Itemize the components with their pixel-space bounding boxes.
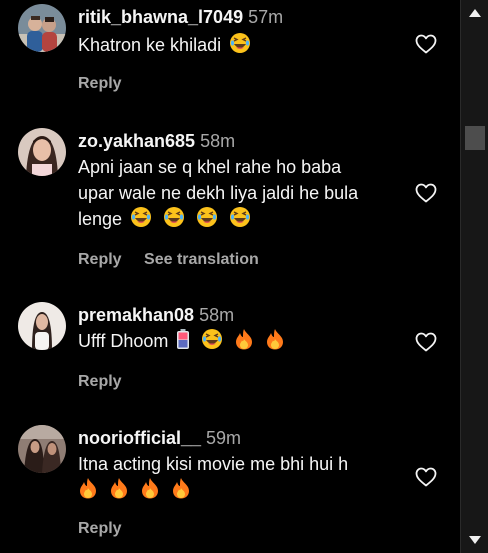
emoji-group bbox=[127, 207, 254, 229]
avatar[interactable] bbox=[18, 4, 66, 52]
comment-text-line: lenge bbox=[78, 206, 408, 235]
comments-panel: ritik_bhawna_l7049 57m Khatron ke khiladi… bbox=[0, 0, 488, 553]
emoji-group bbox=[75, 477, 408, 506]
comment-content: ritik_bhawna_l7049 57m Khatron ke khiladi… bbox=[78, 4, 408, 95]
laughing-emoji-icon bbox=[229, 32, 251, 61]
laughing-emoji-icon bbox=[130, 206, 152, 235]
comment-text: Ufff Dhoom bbox=[78, 328, 408, 357]
comment-list: ritik_bhawna_l7049 57m Khatron ke khiladi… bbox=[0, 0, 460, 553]
laughing-emoji-icon bbox=[229, 206, 251, 235]
timestamp: 59m bbox=[206, 428, 242, 448]
comment-actions: Reply See translation bbox=[78, 249, 408, 271]
avatar[interactable] bbox=[18, 128, 66, 176]
fire-emoji-icon bbox=[265, 328, 285, 357]
heart-outline-icon[interactable] bbox=[414, 32, 438, 56]
username[interactable]: ritik_bhawna_l7049 bbox=[78, 7, 243, 27]
fire-emoji-icon bbox=[109, 477, 129, 506]
scroll-down-button[interactable] bbox=[461, 527, 488, 553]
comment-text-line: Ufff Dhoom bbox=[78, 331, 169, 351]
see-translation-button[interactable]: See translation bbox=[144, 251, 259, 268]
comment-meta: ritik_bhawna_l7049 57m bbox=[78, 4, 408, 30]
fire-emoji-icon bbox=[171, 477, 191, 506]
heart-outline-icon[interactable] bbox=[414, 465, 438, 489]
emoji-group bbox=[173, 329, 288, 351]
username[interactable]: noorіofficial__ bbox=[78, 428, 201, 448]
comment-text-fragment: lenge bbox=[78, 209, 123, 229]
fire-emoji-icon bbox=[140, 477, 160, 506]
reply-button[interactable]: Reply bbox=[78, 520, 122, 537]
scroll-up-button[interactable] bbox=[461, 0, 488, 26]
heart-outline-icon[interactable] bbox=[414, 330, 438, 354]
comment-text-line: Itna acting kisi movie me bhi hui h bbox=[78, 454, 349, 474]
timestamp: 58m bbox=[199, 305, 235, 325]
avatar[interactable] bbox=[18, 302, 66, 350]
emoji-group bbox=[226, 33, 254, 55]
comment-content: zo.yakhan685 58m Apni jaan se q khel rahe… bbox=[78, 128, 408, 271]
fire-emoji-icon bbox=[234, 328, 254, 357]
comment-text: Khatron ke khiladi bbox=[78, 32, 408, 61]
laughing-emoji-icon bbox=[163, 206, 185, 235]
comment-text: Itna acting kisi movie me bhi hui h bbox=[78, 451, 408, 506]
battery-emoji-icon bbox=[176, 328, 190, 357]
avatar[interactable] bbox=[18, 425, 66, 473]
triangle-down-icon bbox=[469, 536, 481, 544]
reply-button[interactable]: Reply bbox=[78, 75, 122, 92]
comment-content: premakhan08 58m Ufff Dhoom Reply bbox=[78, 302, 408, 393]
scroll-thumb[interactable] bbox=[465, 126, 485, 150]
timestamp: 58m bbox=[200, 131, 236, 151]
comment-text: Apni jaan se q khel rahe ho baba upar wa… bbox=[78, 154, 408, 235]
triangle-up-icon bbox=[469, 9, 481, 17]
timestamp: 57m bbox=[248, 7, 284, 27]
username[interactable]: zo.yakhan685 bbox=[78, 131, 195, 151]
heart-outline-icon[interactable] bbox=[414, 181, 438, 205]
comment-text-line: Apni jaan se q khel rahe ho baba bbox=[78, 157, 342, 177]
comment-actions: Reply bbox=[78, 518, 408, 540]
comment-actions: Reply bbox=[78, 73, 408, 95]
reply-button[interactable]: Reply bbox=[78, 251, 122, 268]
username[interactable]: premakhan08 bbox=[78, 305, 194, 325]
comment-meta: zo.yakhan685 58m bbox=[78, 128, 408, 154]
comment-text-line: Khatron ke khiladi bbox=[78, 35, 222, 55]
comment-content: noorіofficial__ 59m Itna acting kisi movi… bbox=[78, 425, 408, 540]
fire-emoji-icon bbox=[78, 477, 98, 506]
vertical-scrollbar[interactable] bbox=[460, 0, 488, 553]
laughing-emoji-icon bbox=[201, 328, 223, 357]
laughing-emoji-icon bbox=[196, 206, 218, 235]
comment-actions: Reply bbox=[78, 371, 408, 393]
reply-button[interactable]: Reply bbox=[78, 373, 122, 390]
comment-text-line: upar wale ne dekh liya jaldi he bula bbox=[78, 183, 359, 203]
comment-meta: noorіofficial__ 59m bbox=[78, 425, 408, 451]
comment-meta: premakhan08 58m bbox=[78, 302, 408, 328]
